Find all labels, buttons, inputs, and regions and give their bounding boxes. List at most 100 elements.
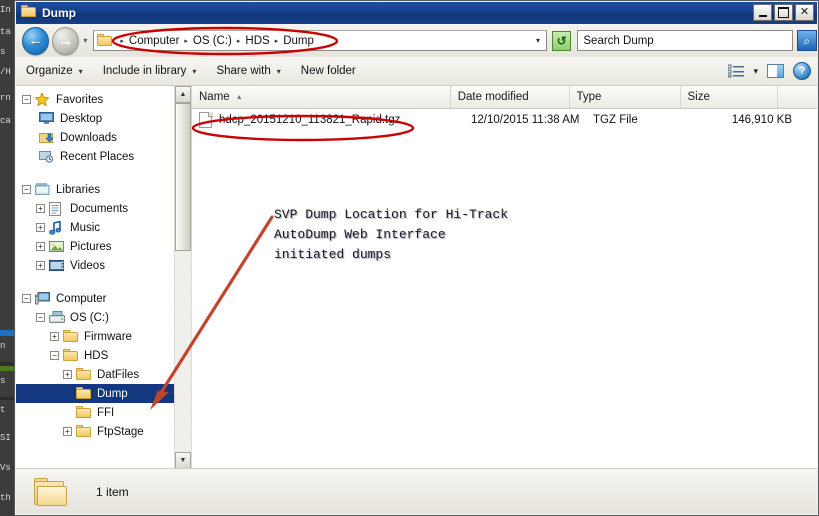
tree-item-videos[interactable]: + Videos <box>16 256 176 275</box>
title-bar[interactable]: Dump ✕ <box>16 2 817 24</box>
tree-item-label: Desktop <box>60 112 103 125</box>
breadcrumb-sep[interactable]: ▸ <box>184 37 188 45</box>
help-icon[interactable]: ? <box>793 62 811 80</box>
bg-text-fragment: ta <box>0 27 11 37</box>
tree-item-label: Firmware <box>84 330 132 343</box>
address-folder-icon <box>97 34 113 47</box>
expander-icon[interactable]: − <box>22 294 31 303</box>
tree-item-favorites[interactable]: − Favorites <box>16 90 176 109</box>
tree-item-ffi[interactable]: FFI <box>16 403 176 422</box>
recent-pages-dropdown[interactable]: ▾ <box>83 36 87 45</box>
bg-text-fragment: In <box>0 5 11 15</box>
view-dropdown-caret[interactable]: ▾ <box>753 66 758 77</box>
navigation-pane-scrollbar[interactable]: ▲ ▼ <box>174 86 191 469</box>
expander-icon[interactable]: + <box>36 223 45 232</box>
include-in-library-button[interactable]: Include in library ▾ <box>93 60 207 82</box>
harddisk-icon <box>49 310 65 325</box>
column-header-extra[interactable] <box>778 86 817 108</box>
minimize-button[interactable] <box>753 4 772 21</box>
organize-label: Organize <box>26 65 73 77</box>
tree-item-music[interactable]: + Music <box>16 218 176 237</box>
column-header-size[interactable]: Size <box>681 86 778 108</box>
search-input[interactable]: Search Dump <box>577 30 793 51</box>
tree-item-label: Music <box>70 221 101 234</box>
libraries-icon <box>35 182 51 197</box>
refresh-button[interactable]: ↺ <box>551 30 572 51</box>
pictures-icon <box>49 240 65 254</box>
organize-button[interactable]: Organize ▾ <box>16 60 93 82</box>
tree-item-label: Recent Places <box>60 150 135 163</box>
callout-text: SVP Dump Location for Hi-Track AutoDump … <box>274 207 509 262</box>
tree-item-documents[interactable]: + Documents <box>16 199 176 218</box>
tree-item-hds[interactable]: − HDS <box>16 346 176 365</box>
include-in-library-label: Include in library <box>102 65 187 77</box>
bg-text-fragment: th <box>0 493 11 503</box>
tree-item-recent-places[interactable]: Recent Places <box>16 147 176 166</box>
folder-icon <box>76 424 92 439</box>
scrollbar-thumb[interactable] <box>175 103 191 251</box>
expander-icon[interactable]: + <box>63 427 72 436</box>
preview-pane-icon[interactable] <box>767 64 784 78</box>
content-area: − Favorites Desktop Downloads Recent Pla… <box>16 86 817 469</box>
search-input-text: Search Dump <box>583 34 654 47</box>
forward-arrow-icon: → <box>58 32 74 49</box>
close-button[interactable]: ✕ <box>795 4 814 21</box>
scroll-up-button[interactable]: ▲ <box>175 86 191 103</box>
share-with-button[interactable]: Share with ▾ <box>206 60 290 82</box>
bg-text-fragment: t <box>0 405 6 415</box>
navigation-bar: ← → ▾ ▸ Computer ▸ OS (C:) ▸ HDS ▸ Dump <box>16 24 817 57</box>
column-header-name[interactable]: Name ▲ <box>192 86 451 108</box>
tree-item-pictures[interactable]: + Pictures <box>16 237 176 256</box>
expander-icon[interactable]: − <box>22 185 31 194</box>
breadcrumb-sep[interactable]: ▸ <box>275 37 279 45</box>
view-list-icon[interactable] <box>727 64 745 78</box>
back-button[interactable]: ← <box>22 26 50 55</box>
chevron-down-icon: ▾ <box>276 66 281 76</box>
videos-icon <box>49 259 65 273</box>
forward-button[interactable]: → <box>52 26 80 55</box>
new-folder-button[interactable]: New folder <box>291 60 366 82</box>
expander-icon[interactable]: + <box>63 370 72 379</box>
breadcrumb-sep[interactable]: ▸ <box>120 37 124 45</box>
chevron-down-icon[interactable]: ▾ <box>536 36 540 45</box>
tree-item-desktop[interactable]: Desktop <box>16 109 176 128</box>
breadcrumb-sep[interactable]: ▸ <box>237 37 241 45</box>
tree-item-libraries[interactable]: − Libraries <box>16 180 176 199</box>
tree-item-computer[interactable]: − Computer <box>16 289 176 308</box>
background-window-sliver[interactable]: In ta s /H rn ca n s t SI Vs th <box>0 0 14 516</box>
address-bar[interactable]: ▸ Computer ▸ OS (C:) ▸ HDS ▸ Dump ▾ <box>93 30 547 51</box>
expander-icon[interactable]: − <box>50 351 59 360</box>
expander-icon[interactable]: − <box>36 313 45 322</box>
tree-item-firmware[interactable]: + Firmware <box>16 327 176 346</box>
column-header-type[interactable]: Type <box>570 86 681 108</box>
tree-item-downloads[interactable]: Downloads <box>16 128 176 147</box>
expander-icon <box>63 408 72 417</box>
bg-text-fragment: SI <box>0 433 11 443</box>
breadcrumb-item-hds[interactable]: HDS <box>244 35 270 47</box>
column-header-label: Name <box>199 91 230 103</box>
tree-item-label: Documents <box>70 202 129 215</box>
expander-icon[interactable]: + <box>36 204 45 213</box>
table-row[interactable]: hdcp_20151210_113821_Rapid.tgz 12/10/201… <box>192 108 817 132</box>
music-icon <box>49 220 65 235</box>
folder-tree: − Favorites Desktop Downloads Recent Pla… <box>16 90 176 441</box>
search-button[interactable]: ⌕ <box>796 30 817 51</box>
tree-item-label: FtpStage <box>97 425 144 438</box>
scroll-down-button[interactable]: ▼ <box>175 452 191 469</box>
column-header-date-modified[interactable]: Date modified <box>451 86 570 108</box>
tree-item-datfiles[interactable]: + DatFiles <box>16 365 176 384</box>
expander-icon[interactable]: + <box>36 242 45 251</box>
expander-icon[interactable]: + <box>50 332 59 341</box>
tree-item-label: Videos <box>70 259 105 272</box>
breadcrumb-item-os-c[interactable]: OS (C:) <box>192 35 233 47</box>
tree-item-ftpstage[interactable]: + FtpStage <box>16 422 176 441</box>
expander-icon[interactable]: − <box>22 95 31 104</box>
maximize-button[interactable] <box>774 4 793 21</box>
recent-places-icon <box>39 150 55 164</box>
tree-item-dump[interactable]: Dump <box>16 384 176 403</box>
tree-item-os-c[interactable]: − OS (C:) <box>16 308 176 327</box>
expander-icon[interactable]: + <box>36 261 45 270</box>
tree-item-label: HDS <box>84 349 109 362</box>
breadcrumb-item-computer[interactable]: Computer <box>128 35 181 47</box>
breadcrumb-item-dump[interactable]: Dump <box>282 35 315 47</box>
